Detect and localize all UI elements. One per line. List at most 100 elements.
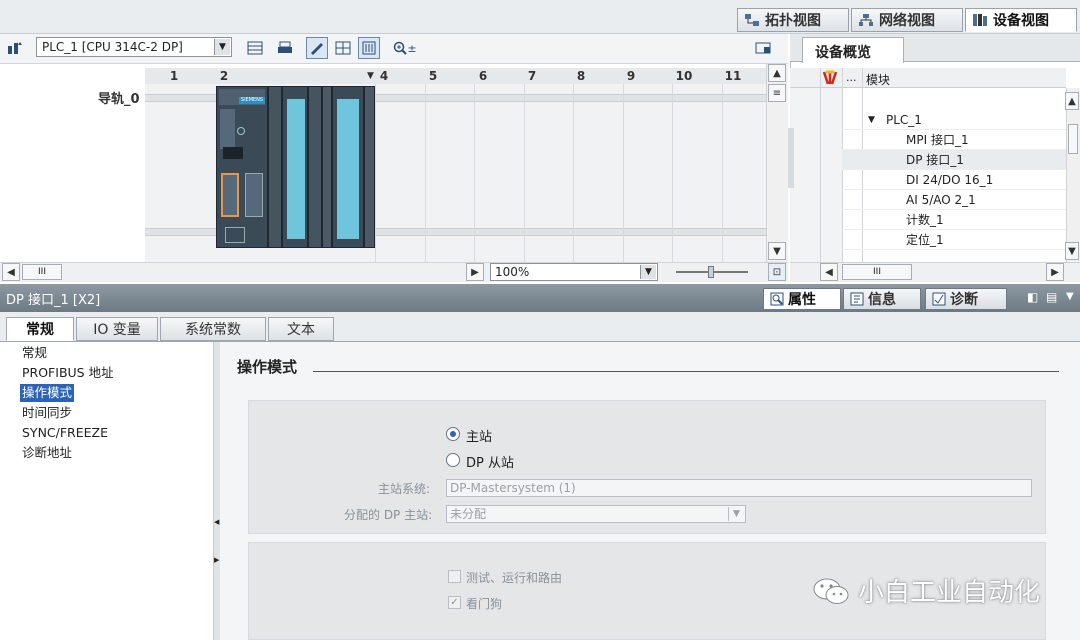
subtab-general[interactable]: 常规	[6, 317, 74, 341]
overview-row[interactable]: ▼ PLC_1	[842, 110, 1066, 130]
tab-topology-view[interactable]: 拓扑视图	[737, 8, 849, 32]
splitter-arrow-icon[interactable]: ▶	[214, 556, 219, 564]
zoom-in-icon[interactable]: ±	[388, 37, 422, 59]
tab-device-overview[interactable]: 设备概览	[802, 37, 904, 63]
edit-tool-icon[interactable]	[306, 37, 328, 59]
checkbox-watchdog[interactable]: ✓	[448, 596, 461, 609]
overview-toggle-icon[interactable]	[752, 37, 774, 59]
overview-row-label: 计数_1	[906, 213, 944, 227]
subtab-system-constants[interactable]: 系统常数	[160, 317, 266, 341]
menu-icon[interactable]: ≡	[768, 84, 786, 102]
overview-row[interactable]: DI 24/DO 16_1	[842, 170, 1066, 190]
nav-item-operating-mode[interactable]: 操作模式	[20, 384, 75, 402]
nav-item-profibus-address[interactable]: PROFIBUS 地址	[20, 364, 116, 382]
zoom-select[interactable]: 100% ▼	[490, 263, 658, 281]
slot-divider	[524, 84, 525, 262]
zoom-fit-icon[interactable]: ⊡	[768, 263, 786, 281]
master-system-field[interactable]: DP-Mastersystem (1)	[446, 479, 1032, 497]
scroll-down-icon[interactable]: ▼	[768, 242, 786, 260]
chevron-down-icon[interactable]: ▼	[640, 265, 656, 279]
subtab-io-tags[interactable]: IO 变量	[76, 317, 158, 341]
slot-divider	[623, 84, 624, 262]
chevron-down-icon[interactable]: ▼	[728, 507, 744, 521]
properties-icon	[770, 292, 784, 306]
radio-dp-slave[interactable]	[446, 453, 460, 467]
overview-row[interactable]: 计数_1	[842, 210, 1066, 230]
io-module-di[interactable]	[282, 86, 308, 248]
inspector-title: DP 接口_1 [X2]	[6, 293, 101, 308]
tab-label: 属性	[788, 292, 816, 308]
canvas-horizontal-scrollbar[interactable]: ◀ III ▶	[0, 262, 788, 282]
checkbox-test-routing[interactable]	[448, 570, 461, 583]
tab-device-view[interactable]: 设备视图	[965, 8, 1077, 32]
cpu-module[interactable]: SIEMENS	[216, 86, 268, 248]
panel-layout-icon[interactable]: ◧	[1027, 290, 1038, 304]
scroll-down-icon[interactable]: ▼	[1065, 242, 1079, 260]
scroll-right-icon[interactable]: ▶	[1046, 263, 1064, 281]
splitter-arrow-icon[interactable]: ◀	[214, 518, 219, 526]
tab-diagnostics[interactable]: 诊断	[925, 288, 1007, 310]
nav-item-diag-address[interactable]: 诊断地址	[20, 444, 74, 462]
overview-vertical-scrollbar[interactable]: ▲ ▼	[1065, 88, 1080, 262]
scroll-left-icon[interactable]: ◀	[820, 263, 838, 281]
panel-list-icon[interactable]: ▤	[1046, 290, 1057, 304]
overview-row-label: DP 接口_1	[906, 153, 964, 167]
plc-select[interactable]: PLC_1 [CPU 314C-2 DP] ▼	[36, 37, 232, 57]
assigned-master-select[interactable]: 未分配 ▼	[446, 505, 746, 523]
tab-label: 网络视图	[879, 13, 935, 29]
zoom-slider[interactable]	[676, 266, 748, 278]
chevron-down-icon[interactable]: ▼	[214, 39, 230, 55]
slot-number: 2	[219, 69, 229, 83]
scroll-left-icon[interactable]: ◀	[2, 263, 20, 281]
radio-master[interactable]	[446, 427, 460, 441]
tab-properties[interactable]: 属性	[763, 288, 841, 310]
panel-splitter[interactable]	[788, 128, 794, 188]
nav-item-general[interactable]: 常规	[20, 344, 49, 362]
table-icon[interactable]	[244, 37, 266, 59]
slot-number: 4	[379, 69, 389, 83]
collapse-icon[interactable]: ▼	[1066, 291, 1074, 302]
slot-divider	[474, 84, 475, 262]
overview-row[interactable]: MPI 接口_1	[842, 130, 1066, 150]
nav-item-time-sync[interactable]: 时间同步	[20, 404, 74, 422]
expand-icon[interactable]: ▼	[868, 110, 875, 130]
topology-icon	[745, 14, 759, 26]
print-icon[interactable]	[274, 37, 296, 59]
overview-row-label: PLC_1	[886, 113, 922, 127]
overview-row-label: AI 5/AO 2_1	[906, 193, 976, 207]
device-tool-icon[interactable]	[4, 37, 26, 59]
grid-icon[interactable]	[332, 37, 354, 59]
cpu-side-module	[268, 86, 282, 248]
io-module-do[interactable]	[332, 86, 364, 248]
slot-divider	[573, 84, 574, 262]
scroll-right-icon[interactable]: ▶	[466, 263, 484, 281]
canvas-vertical-scrollbar[interactable]: ▲ ≡ ▼	[766, 64, 788, 262]
slot-number: 10	[675, 69, 693, 83]
scroll-thumb[interactable]: III	[842, 264, 912, 280]
overview-row[interactable]: AI 5/AO 2_1	[842, 190, 1066, 210]
overview-row[interactable]: DP 接口_1	[842, 150, 1066, 170]
tab-network-view[interactable]: 网络视图	[851, 8, 963, 32]
overview-horizontal-scrollbar[interactable]: ◀ III ▶	[790, 262, 1080, 282]
slot-number: 9	[626, 69, 636, 83]
subtab-texts[interactable]: 文本	[268, 317, 334, 341]
col-divider	[820, 68, 821, 262]
filter-icon[interactable]	[822, 70, 838, 89]
zoom-slider-thumb[interactable]	[708, 266, 714, 278]
zoom-dropdown-label: ±	[407, 41, 417, 55]
nav-item-sync-freeze[interactable]: SYNC/FREEZE	[20, 424, 110, 442]
rail-label: 导轨_0	[98, 92, 140, 107]
col-dots: ...	[846, 71, 857, 84]
slot-divider	[375, 84, 376, 262]
slot-divider	[722, 84, 723, 262]
info-icon	[850, 292, 864, 306]
scroll-up-icon[interactable]: ▲	[768, 64, 786, 82]
siemens-logo: SIEMENS	[239, 97, 265, 104]
overview-row[interactable]: 定位_1	[842, 230, 1066, 250]
overview-slot-column	[790, 88, 842, 262]
module-view-icon[interactable]	[358, 37, 380, 59]
tab-info[interactable]: 信息	[843, 288, 921, 310]
scroll-thumb[interactable]	[1068, 124, 1078, 154]
scroll-up-icon[interactable]: ▲	[1065, 92, 1079, 110]
scroll-thumb[interactable]: III	[22, 264, 62, 280]
